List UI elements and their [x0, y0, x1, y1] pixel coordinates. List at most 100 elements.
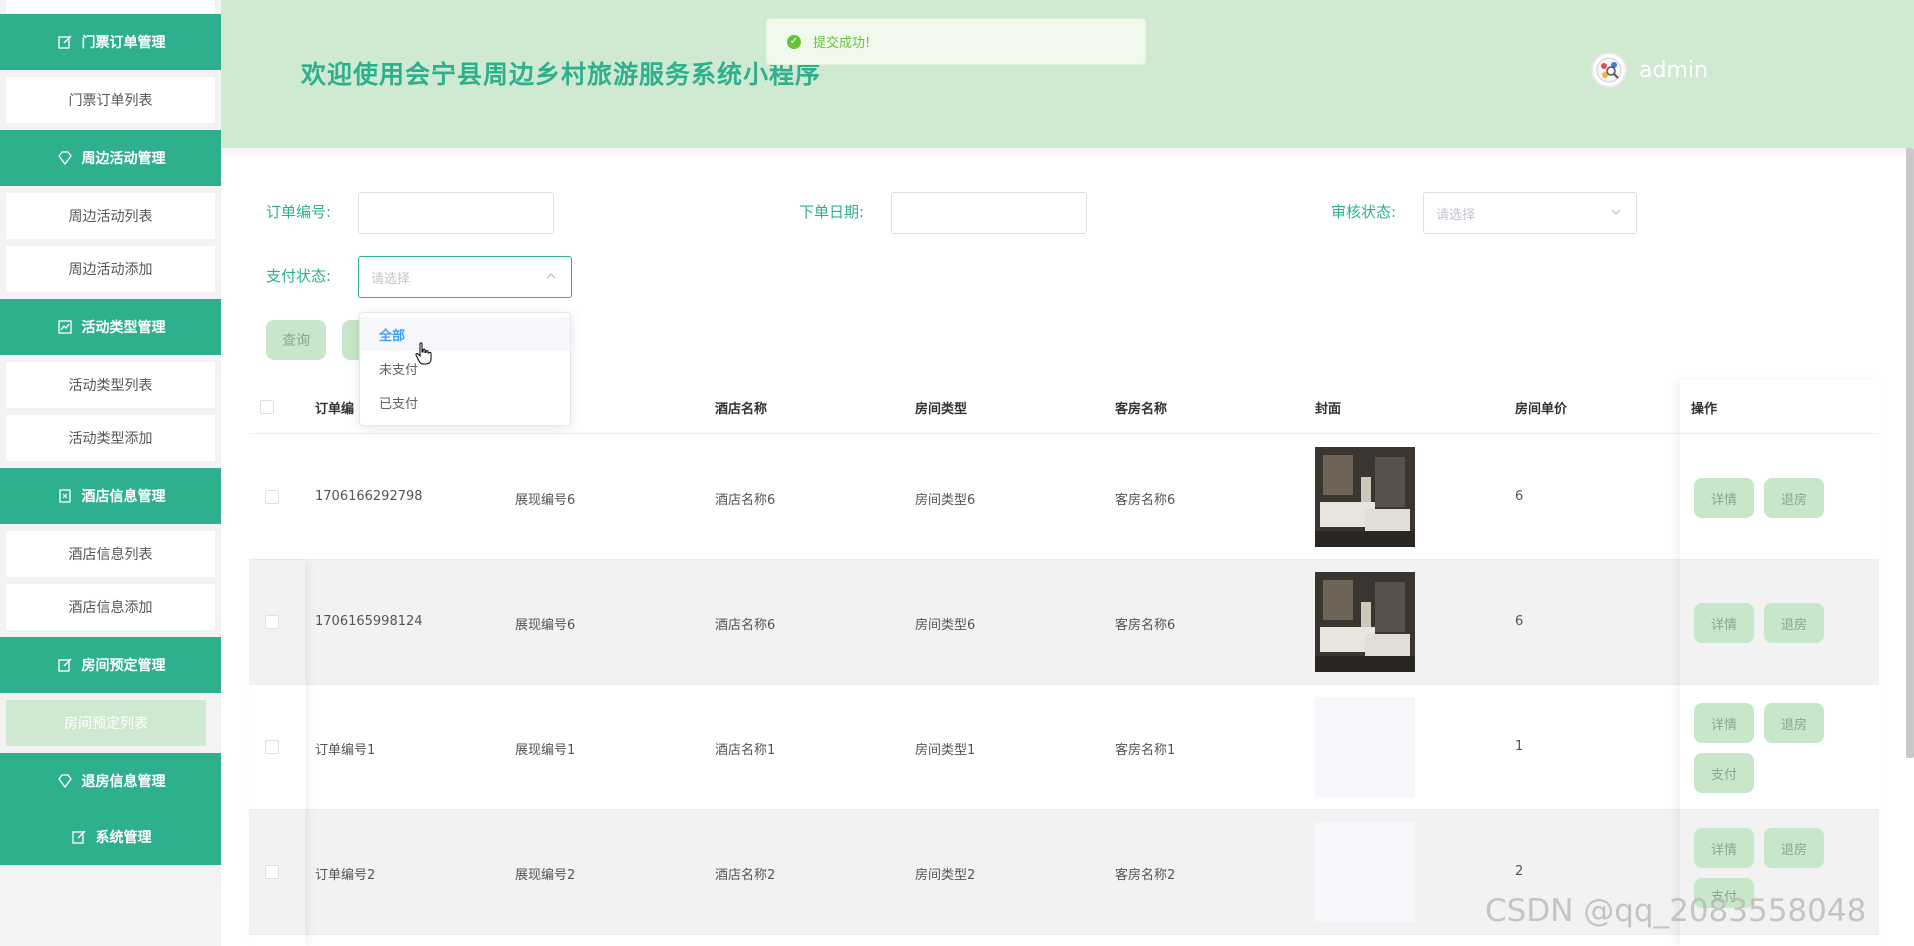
sidebar-item-activity-add[interactable]: 周边活动添加: [6, 246, 215, 292]
pay-status-select[interactable]: 请选择: [358, 256, 572, 298]
avatar[interactable]: [1591, 52, 1627, 88]
cell-show-no: 展现编号2: [515, 868, 576, 883]
cell-unit-price: 6: [1515, 614, 1524, 629]
sidebar-group-ticket-orders[interactable]: 门票订单管理: [0, 14, 221, 70]
sidebar-group-checkout-info[interactable]: 退房信息管理: [0, 753, 221, 809]
hotel-icon: [56, 487, 74, 505]
hand-cursor-icon: [415, 342, 432, 365]
table-row: 1706166292798 展现编号6 酒店名称6 房间类型6 客房名称6 6 …: [249, 435, 1879, 560]
table-row: 订单编号1 展现编号1 酒店名称1 房间类型1 客房名称1 1 详情 退房 支付: [249, 685, 1879, 810]
edit-icon: [56, 33, 74, 51]
toast-message: 提交成功!: [813, 36, 871, 51]
sidebar-item-room-booking-list[interactable]: 房间预定列表: [6, 700, 206, 746]
sidebar-group-label: 门票订单管理: [81, 35, 166, 51]
vertical-scrollbar[interactable]: [1906, 148, 1914, 758]
cell-order-no: 订单编号2: [315, 868, 376, 883]
watermark: CSDN @qq_2083558048: [1485, 893, 1867, 929]
sidebar-group-system[interactable]: 系统管理: [0, 809, 221, 865]
cell-order-no: 1706165998124: [315, 614, 423, 629]
page-title: 欢迎使用会宁县周边乡村旅游服务系统小程序: [301, 60, 822, 89]
order-no-input[interactable]: [358, 192, 554, 234]
cell-room-name: 客房名称6: [1115, 493, 1176, 508]
cell-unit-price: 1: [1515, 739, 1524, 754]
cell-unit-price: 2: [1515, 864, 1524, 879]
sidebar-item-ticket-order-list[interactable]: 门票订单列表: [6, 77, 215, 123]
sidebar-group-activities[interactable]: 周边活动管理: [0, 130, 221, 186]
cell-unit-price: 6: [1515, 489, 1524, 504]
sidebar-item-label: 酒店信息列表: [68, 547, 153, 563]
cell-hotel-name: 酒店名称6: [715, 618, 776, 633]
chevron-down-icon: [1610, 206, 1622, 222]
dropdown-option-all[interactable]: 全部: [360, 317, 570, 351]
chart-icon: [56, 318, 74, 336]
select-all-checkbox[interactable]: [260, 400, 274, 414]
sidebar-item-hotel-list[interactable]: 酒店信息列表: [6, 531, 215, 577]
cell-room-name: 客房名称6: [1115, 618, 1176, 633]
sidebar-item-activity-list[interactable]: 周边活动列表: [6, 193, 215, 239]
user-menu[interactable]: admin: [1591, 52, 1708, 88]
sidebar-group-label: 系统管理: [95, 830, 152, 846]
sidebar-group-room-booking[interactable]: 房间预定管理: [0, 637, 221, 693]
sidebar-item-activity-type-add[interactable]: 活动类型添加: [6, 415, 215, 461]
fixed-left-column: [249, 560, 305, 946]
column-room-name: 客房名称: [1115, 402, 1168, 417]
row-checkbox[interactable]: [265, 490, 279, 504]
sidebar-item-label: 活动类型列表: [68, 378, 153, 394]
diamond-icon: [56, 772, 74, 790]
sidebar-item-label: 周边活动添加: [68, 262, 153, 278]
sidebar-group-label: 退房信息管理: [81, 774, 166, 790]
order-date-input[interactable]: [891, 192, 1087, 234]
order-no-label: 订单编号:: [266, 203, 332, 221]
edit-icon: [56, 656, 74, 674]
username[interactable]: admin: [1639, 58, 1708, 83]
dropdown-option-paid[interactable]: 已支付: [360, 385, 570, 419]
pay-status-dropdown: 全部 未支付 已支付: [359, 312, 571, 426]
avatar-image-icon: [1596, 57, 1622, 83]
sidebar-group-label: 房间预定管理: [81, 658, 166, 674]
cover-image: [1315, 572, 1415, 672]
sidebar-item-label: 活动类型添加: [68, 431, 153, 447]
cell-show-no: 展现编号1: [515, 743, 576, 758]
search-button[interactable]: 查询: [266, 320, 326, 360]
sidebar-item-label: 房间预定列表: [64, 716, 148, 732]
audit-status-select[interactable]: 请选择: [1423, 192, 1637, 234]
cell-room-name: 客房名称1: [1115, 743, 1176, 758]
sidebar-group-activity-types[interactable]: 活动类型管理: [0, 299, 221, 355]
cell-show-no: 展现编号6: [515, 493, 576, 508]
success-toast: ✓ 提交成功!: [766, 18, 1146, 65]
cell-room-type: 房间类型2: [915, 868, 976, 883]
sidebar-group-label: 酒店信息管理: [81, 489, 166, 505]
chevron-up-icon: [545, 270, 557, 286]
cell-hotel-name: 酒店名称1: [715, 743, 776, 758]
cell-room-type: 房间类型1: [915, 743, 976, 758]
cell-hotel-name: 酒店名称2: [715, 868, 776, 883]
pay-status-label: 支付状态:: [266, 267, 332, 285]
order-date-label: 下单日期:: [799, 203, 865, 221]
edit-icon: [70, 828, 88, 846]
pay-status-placeholder: 请选择: [371, 271, 411, 287]
table-row: 1706165998124 展现编号6 酒店名称6 房间类型6 客房名称6 6 …: [249, 560, 1879, 685]
audit-status-label: 审核状态:: [1331, 203, 1397, 221]
audit-status-placeholder: 请选择: [1436, 207, 1476, 223]
sidebar-item-label: 周边活动列表: [68, 209, 153, 225]
cell-show-no: 展现编号6: [515, 618, 576, 633]
cell-room-name: 客房名称2: [1115, 868, 1176, 883]
cover-image-placeholder: [1315, 697, 1415, 797]
column-order-no: 订单编: [315, 402, 355, 417]
dropdown-option-unpaid[interactable]: 未支付: [360, 351, 570, 385]
sidebar-item-hotel-add[interactable]: 酒店信息添加: [6, 584, 215, 630]
sidebar-item-activity-type-list[interactable]: 活动类型列表: [6, 362, 215, 408]
column-room-type: 房间类型: [915, 402, 968, 417]
sidebar-top-item-stub[interactable]: [6, 0, 215, 14]
sidebar-item-label: 门票订单列表: [68, 93, 153, 109]
column-hotel-name: 酒店名称: [715, 402, 768, 417]
cell-order-no: 订单编号1: [315, 743, 376, 758]
cell-hotel-name: 酒店名称6: [715, 493, 776, 508]
cell-room-type: 房间类型6: [915, 618, 976, 633]
column-unit-price: 房间单价: [1515, 402, 1568, 417]
cell-room-type: 房间类型6: [915, 493, 976, 508]
cover-image: [1315, 447, 1415, 547]
sidebar: 门票订单管理 门票订单列表 周边活动管理 周边活动列表 周边活动添加 活动类型管…: [0, 0, 221, 946]
sidebar-group-hotel-info[interactable]: 酒店信息管理: [0, 468, 221, 524]
cover-image-placeholder: [1315, 822, 1415, 922]
